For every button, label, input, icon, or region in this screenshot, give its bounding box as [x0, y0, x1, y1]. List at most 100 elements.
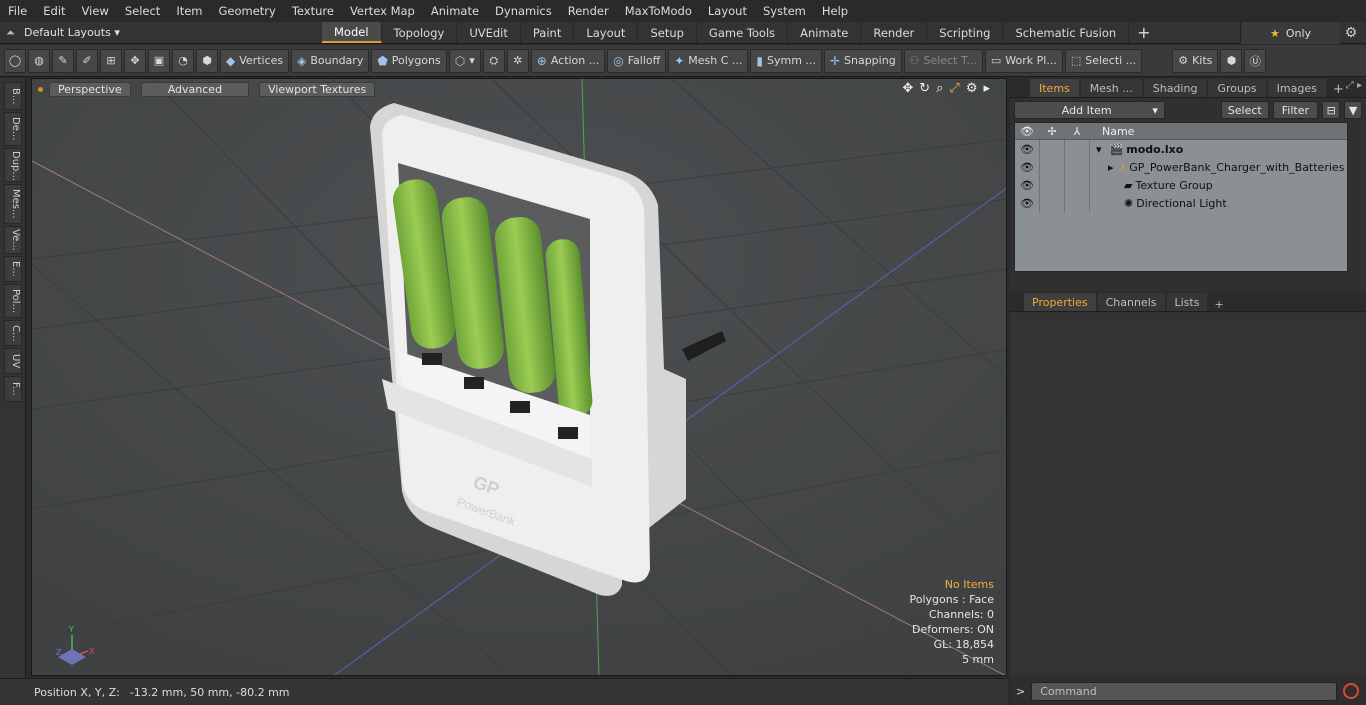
menu-vertex-map[interactable]: Vertex Map — [342, 4, 423, 18]
menu-geometry[interactable]: Geometry — [211, 4, 284, 18]
record-icon[interactable] — [1343, 683, 1360, 699]
symmetry-button[interactable]: ▮ Symm ... — [750, 48, 822, 73]
action-center-button[interactable]: ⊕ Action ... — [530, 48, 606, 73]
mesh-constraint-button[interactable]: ✦ Mesh C ... — [668, 48, 749, 73]
brush-icon[interactable]: ✐ — [76, 48, 98, 73]
eye-icon[interactable]: 👁 — [1015, 176, 1040, 194]
tab-model[interactable]: Model — [322, 22, 382, 43]
symmetry-icon[interactable]: ⛭ — [482, 48, 505, 73]
boundary-button[interactable]: ◈ Boundary — [291, 48, 370, 73]
tab-render[interactable]: Render — [861, 22, 928, 43]
add-item-button[interactable]: Add Item ▾ — [1014, 101, 1165, 119]
tab-topology[interactable]: Topology — [382, 22, 458, 43]
tab-setup[interactable]: Setup — [638, 22, 697, 43]
left-tab-basic[interactable]: B... — [4, 82, 22, 110]
expand-arrow-icon[interactable]: ▾ — [1090, 143, 1102, 156]
left-tab-duplicate[interactable]: Dup... — [4, 148, 22, 182]
unity-icon[interactable]: ⬢ — [1220, 48, 1243, 73]
kits-button[interactable]: ⚙ Kits — [1172, 48, 1219, 73]
left-tab-uv[interactable]: UV — [4, 348, 22, 374]
tab-scripting[interactable]: Scripting — [927, 22, 1004, 43]
tab-channels[interactable]: Channels — [1097, 293, 1165, 311]
tab-items[interactable]: Items — [1030, 79, 1079, 97]
menu-layout[interactable]: Layout — [700, 4, 755, 18]
tab-groups[interactable]: Groups — [1208, 79, 1266, 97]
command-input[interactable]: Command — [1031, 681, 1338, 701]
gear-icon[interactable]: ⚙ — [1340, 22, 1362, 44]
menu-system[interactable]: System — [755, 4, 814, 18]
layout-selector[interactable]: ⏶ Default Layouts ▾ — [0, 22, 322, 43]
menu-render[interactable]: Render — [560, 4, 617, 18]
tree-row[interactable]: 👁 ▾ 🎬 modo.lxo — [1015, 140, 1347, 158]
viewport-settings-icon[interactable]: ⚙ — [966, 81, 978, 96]
eye-icon[interactable]: 👁 — [1015, 140, 1040, 158]
vertices-button[interactable]: ◆ Vertices — [220, 48, 290, 73]
collapse-icon[interactable]: ⊟ — [1322, 101, 1341, 119]
advanced-button[interactable]: Advanced — [140, 81, 250, 97]
panel-window-icons[interactable]: ⤢ ▸ — [1346, 80, 1362, 91]
left-tab-edge[interactable]: E... — [4, 256, 22, 282]
menu-animate[interactable]: Animate — [423, 4, 487, 18]
viewport-textures-button[interactable]: Viewport Textures — [259, 81, 376, 97]
tab-layout[interactable]: Layout — [574, 22, 639, 43]
tab-uvedit[interactable]: UVEdit — [457, 22, 521, 43]
menu-view[interactable]: View — [74, 4, 117, 18]
eye-icon[interactable]: 👁 — [1015, 194, 1040, 212]
tab-game-tools[interactable]: Game Tools — [697, 22, 789, 43]
tab-lists[interactable]: Lists — [1166, 293, 1208, 311]
tree-row[interactable]: 👁 ▸ ⅄ GP_PowerBank_Charger_with_Batterie… — [1015, 158, 1347, 176]
menu-help[interactable]: Help — [814, 4, 856, 18]
collapse-arrow-icon[interactable]: ⏶ — [6, 26, 24, 40]
pan-icon[interactable]: ✥ — [902, 81, 913, 96]
tree-row[interactable]: 👁 ▰ Texture Group — [1015, 176, 1347, 194]
tab-shading[interactable]: Shading — [1143, 79, 1207, 97]
pivot-icon[interactable]: ✲ — [506, 48, 529, 73]
add-tab-icon[interactable]: + — [1209, 298, 1228, 311]
maximize-icon[interactable]: ⤢ — [949, 81, 959, 96]
transform-icon[interactable]: ⊞ — [100, 48, 122, 73]
3d-viewport[interactable]: GP PowerBank Y X Z Perspective Advanced … — [31, 78, 1007, 676]
globe-icon[interactable]: ◍ — [28, 48, 50, 73]
circle-select-icon[interactable]: ◯ — [4, 48, 26, 73]
shield-icon[interactable]: ⬢ — [196, 48, 218, 73]
left-tab-polygon[interactable]: Pol... — [4, 284, 22, 318]
menu-select[interactable]: Select — [117, 4, 168, 18]
scale-icon[interactable]: ▣ — [148, 48, 170, 73]
left-tab-fusion[interactable]: F... — [4, 376, 22, 402]
tab-paint[interactable]: Paint — [521, 22, 575, 43]
selection-sets-button[interactable]: ⬚ Selecti ... — [1064, 48, 1143, 73]
perspective-button[interactable]: Perspective — [49, 81, 131, 97]
axis-col-icon[interactable]: ⅄ — [1065, 123, 1090, 139]
left-tab-vertex[interactable]: Ve... — [4, 226, 22, 254]
expand-arrow-icon[interactable]: ▸ — [1090, 161, 1114, 174]
menu-texture[interactable]: Texture — [284, 4, 342, 18]
filter-button[interactable]: Filter — [1272, 101, 1319, 119]
work-plane-button[interactable]: ▭ Work Pl... — [984, 48, 1063, 73]
funnel-icon[interactable]: ▼ — [1344, 101, 1362, 119]
left-tab-curve[interactable]: C... — [4, 320, 22, 346]
tab-properties[interactable]: Properties — [1024, 293, 1096, 311]
tab-images[interactable]: Images — [1267, 79, 1326, 97]
name-column-header[interactable]: Name — [1090, 125, 1134, 138]
left-tab-deform[interactable]: De... — [4, 112, 22, 146]
menu-file[interactable]: File — [0, 4, 35, 18]
tab-animate[interactable]: Animate — [788, 22, 862, 43]
pen-icon[interactable]: ✎ — [52, 48, 74, 73]
rotate-icon[interactable]: ◔ — [172, 48, 194, 73]
lock-col-icon[interactable]: ✢ — [1040, 123, 1065, 139]
orbit-icon[interactable]: ↻ — [919, 81, 930, 96]
falloff-button[interactable]: ◎ Falloff — [607, 48, 667, 73]
snapping-button[interactable]: ✛ Snapping — [823, 48, 902, 73]
menu-item[interactable]: Item — [168, 4, 210, 18]
left-tab-mesh-edit[interactable]: Mes... — [4, 184, 22, 224]
unreal-icon[interactable]: Ⓤ — [1244, 48, 1267, 73]
menu-edit[interactable]: Edit — [35, 4, 73, 18]
tab-mesh[interactable]: Mesh ... — [1080, 79, 1142, 97]
polygons-button[interactable]: ⬟ Polygons — [371, 48, 447, 73]
select-button[interactable]: Select — [1220, 101, 1269, 119]
select-through-button[interactable]: ⚇ Select T... — [903, 48, 983, 73]
viewport-menu-icon[interactable]: ▸ — [983, 81, 990, 96]
move-icon[interactable]: ✥ — [124, 48, 146, 73]
menu-maxtomodo[interactable]: MaxToModo — [617, 4, 700, 18]
add-tab-icon[interactable]: + — [1129, 22, 1158, 43]
